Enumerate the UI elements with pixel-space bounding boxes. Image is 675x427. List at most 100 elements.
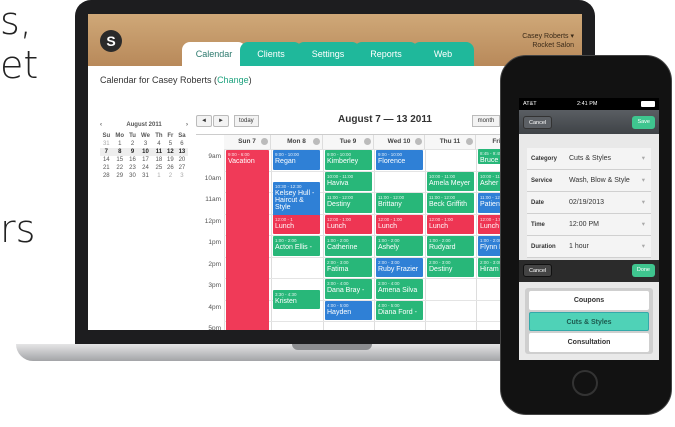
gear-icon[interactable]	[466, 138, 473, 145]
change-link[interactable]: Change	[217, 75, 249, 85]
mini-calendar-day[interactable]: 28	[100, 172, 113, 180]
hour-label: 12pm	[204, 217, 221, 225]
app-logo[interactable]: S	[100, 30, 122, 52]
tab-web[interactable]: Web	[412, 42, 474, 66]
tab-settings[interactable]: Settings	[296, 42, 360, 66]
appointment-event[interactable]: 4:00 - 5:00 Diana Ford -	[376, 300, 423, 320]
prev-month-icon[interactable]: ‹	[100, 122, 102, 128]
today-button[interactable]: today	[234, 115, 259, 127]
appointment-event[interactable]: 12:00 - 1:00 Lunch	[325, 214, 372, 234]
appointment-event[interactable]: 12:00 - 1 Lunch	[273, 214, 320, 234]
appointment-event[interactable]: 1:00 - 2:00 Acton Ellis -	[273, 236, 320, 256]
form-field-service[interactable]: Service Wash, Blow & Style ▾	[527, 170, 651, 192]
mini-calendar-day[interactable]: 6	[176, 140, 188, 148]
mini-calendar-day[interactable]: 5	[165, 140, 176, 148]
form-field-category[interactable]: Category Cuts & Styles ▾	[527, 148, 651, 170]
mini-calendar-day[interactable]: 13	[175, 148, 188, 156]
category-picker[interactable]: Coupons Cuts & Styles Consultation	[525, 288, 653, 354]
gear-icon[interactable]	[261, 138, 268, 145]
mini-calendar-day[interactable]: 26	[165, 164, 176, 172]
appointment-event[interactable]: 2:00 - 3:00 Fatima	[325, 257, 372, 277]
form-field-date[interactable]: Date 02/19/2013 ▾	[527, 192, 651, 214]
picker-option[interactable]: Consultation	[529, 333, 649, 352]
appointment-event[interactable]: 1:00 - 2:00 Rudyard	[427, 236, 474, 256]
picker-option[interactable]: Cuts & Styles	[529, 312, 649, 331]
gear-icon[interactable]	[415, 138, 422, 145]
mini-calendar-day[interactable]: 31	[100, 140, 113, 148]
appointment-event[interactable]: 4:00 - 5:00 Hayden	[325, 300, 372, 320]
appointment-event[interactable]: 3:00 - 4:00 Amena Silva	[376, 279, 423, 299]
form-field-duration[interactable]: Duration 1 hour ▾	[527, 236, 651, 258]
mini-calendar-day[interactable]: 3	[138, 140, 153, 148]
mini-calendar-day[interactable]: 27	[176, 164, 188, 172]
mini-calendar-day[interactable]: 8	[112, 148, 127, 156]
next-week-button[interactable]: ►	[213, 115, 229, 127]
event-name: Lunch	[275, 222, 295, 230]
month-view-button[interactable]: month	[472, 115, 500, 127]
mini-calendar-day[interactable]: 2	[127, 140, 138, 148]
mini-calendar-day[interactable]: 2	[165, 172, 176, 180]
mini-calendar-day[interactable]: 29	[113, 172, 127, 180]
event-name: Kelsey Hull - Haircut & Style	[275, 190, 315, 212]
mini-calendar-day[interactable]: 1	[153, 172, 165, 180]
prev-week-button[interactable]: ◄	[196, 115, 212, 127]
appointment-event[interactable]: 3:30 - 4:30 Kristen	[273, 289, 320, 310]
mini-calendar-day[interactable]: 4	[153, 140, 165, 148]
user-menu[interactable]: Casey Roberts ▾ Rocket Salon	[514, 32, 574, 50]
appointment-event[interactable]: 1:00 - 2:00 Ashely	[376, 236, 423, 256]
mini-calendar-day[interactable]: 7	[100, 148, 113, 156]
cancel-button[interactable]: Cancel	[523, 116, 553, 129]
mini-calendar-day[interactable]: 25	[153, 164, 165, 172]
mini-calendar-day[interactable]: 16	[127, 156, 138, 164]
mini-calendar-day[interactable]: 11	[152, 148, 165, 156]
appointment-event[interactable]: 12:00 - 1:00 Lunch	[427, 214, 474, 234]
appointment-event[interactable]: 9:00 - 10:00 Kimberley	[325, 150, 372, 170]
appointment-event[interactable]: 2:00 - 3:00 Destiny	[427, 257, 474, 277]
mini-calendar-day[interactable]: 19	[165, 156, 176, 164]
mini-calendar-day[interactable]: 30	[127, 172, 138, 180]
mini-calendar-day[interactable]: 20	[176, 156, 188, 164]
appointment-event[interactable]: 9:00 - 10:00 Florence	[376, 150, 423, 170]
mini-calendar-day[interactable]: 3	[176, 172, 188, 180]
tab-reports[interactable]: Reports	[354, 42, 418, 66]
appointment-event[interactable]: 11:00 - 12:00 Beck Griffith	[427, 193, 474, 213]
mini-calendar-day[interactable]: 9	[126, 148, 139, 156]
appointment-event[interactable]: 11:00 - 12:00 Brittany	[376, 193, 423, 213]
form-field-time[interactable]: Time 12:00 PM ▾	[527, 214, 651, 236]
mini-calendar-day[interactable]: 14	[100, 156, 113, 164]
mini-calendar-day[interactable]: 15	[113, 156, 127, 164]
event-time: 1:00 - 2:00	[378, 238, 400, 243]
appointment-event[interactable]: 2:00 - 3:00 Ruby Frazier	[376, 257, 423, 277]
gear-icon[interactable]	[364, 138, 371, 145]
mini-calendar-day[interactable]: 22	[113, 164, 127, 172]
picker-cancel-button[interactable]: Cancel	[523, 264, 553, 277]
next-month-icon[interactable]: ›	[186, 122, 188, 128]
mini-calendar-day[interactable]: 10	[138, 148, 153, 156]
tab-clients[interactable]: Clients	[240, 42, 302, 66]
picker-option[interactable]: Coupons	[529, 291, 649, 310]
mini-calendar-day[interactable]: 21	[100, 164, 113, 172]
picker-done-button[interactable]: Done	[631, 264, 655, 277]
appointment-event[interactable]: 12:00 - 1:00 Lunch	[376, 214, 423, 234]
mini-calendar-day[interactable]: 12	[164, 148, 176, 156]
appointment-event[interactable]: 3:00 - 4:00 Dana Bray -	[325, 279, 372, 299]
event-time: 4:00 - 5:00	[378, 302, 400, 308]
appointment-event[interactable]: 9:00 - 6:00 Vacation	[226, 150, 269, 330]
gear-icon[interactable]	[313, 138, 320, 145]
field-value: Cuts & Styles	[569, 155, 612, 162]
appointment-event[interactable]: 10:00 - 11:00 Amela Meyer	[427, 171, 474, 191]
appointment-event[interactable]: 10:00 - 11:00 Haviva	[325, 171, 372, 191]
save-button[interactable]: Save	[632, 116, 655, 129]
home-button[interactable]	[572, 370, 598, 396]
appointment-event[interactable]: 1:00 - 2:00 Catherine	[325, 236, 372, 256]
appointment-event[interactable]: 9:00 - 10:00 Regan	[273, 150, 320, 170]
mini-calendar-day[interactable]: 17	[138, 156, 153, 164]
mini-calendar-day[interactable]: 18	[153, 156, 165, 164]
event-name: Brittany	[378, 201, 402, 208]
mini-calendar-day[interactable]: 24	[138, 164, 153, 172]
appointment-event[interactable]: 11:00 - 12:00 Destiny	[325, 193, 372, 213]
mini-calendar-day[interactable]: 23	[127, 164, 138, 172]
mini-calendar-day[interactable]: 31	[138, 172, 153, 180]
mini-calendar-day[interactable]: 1	[113, 140, 127, 148]
tab-calendar[interactable]: Calendar	[182, 42, 246, 66]
